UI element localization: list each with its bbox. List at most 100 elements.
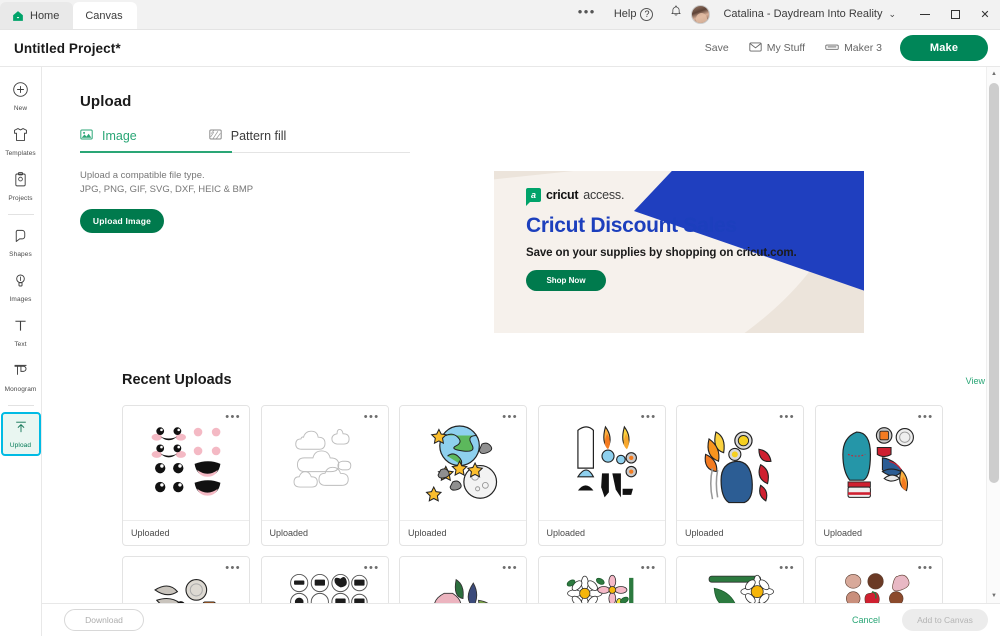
- sidebar-item-templates-label: Templates: [5, 149, 36, 157]
- artwork-rocket-teal: [841, 427, 914, 498]
- upload-tabs: Image Pattern fill: [80, 128, 410, 153]
- artwork-rocket-gray: [154, 579, 216, 603]
- tab-home[interactable]: Home: [0, 2, 74, 29]
- upload-card-caption: Uploaded: [123, 520, 249, 545]
- plus-circle-icon: [12, 81, 29, 103]
- upload-card[interactable]: ••• Uploaded: [260, 405, 389, 546]
- add-to-canvas-button[interactable]: Add to Canvas: [902, 609, 988, 631]
- shop-now-button[interactable]: Shop Now: [526, 270, 606, 291]
- bottom-action-bar: Download Cancel Add to Canvas: [42, 603, 1000, 636]
- tab-canvas[interactable]: Canvas: [73, 2, 137, 29]
- card-menu-button[interactable]: •••: [364, 563, 380, 574]
- main-scrollbar[interactable]: ▲ ▼: [986, 67, 1000, 603]
- banner-content: a cricut access. Cricut Discount Sales S…: [494, 171, 864, 291]
- sidebar-item-shapes[interactable]: Shapes: [2, 221, 40, 263]
- upload-thumbnail: •••: [261, 557, 388, 603]
- upload-card[interactable]: •••: [676, 405, 804, 546]
- machine-selector[interactable]: Maker 3: [815, 42, 892, 55]
- help-button[interactable]: Help ?: [606, 7, 662, 21]
- artwork-rocket-blue: [704, 431, 772, 504]
- card-menu-button[interactable]: •••: [779, 563, 795, 574]
- clipboard-icon: [12, 171, 29, 193]
- artwork-cow-face-parts: [151, 427, 221, 496]
- upload-card[interactable]: •••: [399, 405, 527, 546]
- window-close-button[interactable]: ✕: [970, 0, 1000, 29]
- upload-thumbnail: •••: [677, 406, 803, 520]
- tab-pattern-fill[interactable]: Pattern fill: [209, 128, 286, 152]
- cricut-a-mark-icon: a: [526, 188, 541, 206]
- scrollbar-thumb[interactable]: [989, 83, 999, 483]
- window-minimize-button[interactable]: [910, 0, 940, 29]
- upload-card[interactable]: •••: [537, 405, 666, 546]
- upload-thumbnail: •••: [123, 557, 249, 603]
- upload-card[interactable]: •••: [814, 405, 943, 546]
- sidebar-divider-2: [7, 405, 34, 406]
- page-title: Untitled Project*: [14, 40, 121, 56]
- upload-card[interactable]: •••: [537, 556, 666, 603]
- sidebar-item-images-label: Images: [9, 295, 32, 303]
- promo-banner[interactable]: a cricut access. Cricut Discount Sales S…: [494, 171, 864, 333]
- scroll-down-arrow-icon[interactable]: ▼: [987, 589, 1000, 603]
- card-menu-button[interactable]: •••: [225, 563, 241, 574]
- upload-thumbnail: •••: [538, 406, 665, 520]
- monogram-icon: [12, 362, 29, 384]
- sidebar-item-projects[interactable]: Projects: [2, 165, 40, 207]
- sidebar-divider-1: [7, 214, 34, 215]
- help-label: Help: [613, 8, 637, 20]
- lightbulb-icon: [12, 272, 29, 294]
- sidebar-item-monogram[interactable]: Monogram: [2, 356, 40, 398]
- upload-card[interactable]: •••: [260, 556, 389, 603]
- notifications-button[interactable]: [661, 5, 691, 23]
- sidebar-item-images[interactable]: Images: [2, 266, 40, 308]
- upload-card-caption: Uploaded: [815, 520, 942, 545]
- sidebar-item-templates[interactable]: Templates: [2, 120, 40, 162]
- make-button[interactable]: Make: [900, 35, 988, 61]
- artwork-rocket-white: [576, 425, 637, 498]
- download-button[interactable]: Download: [64, 609, 144, 631]
- window-maximize-button[interactable]: [940, 0, 970, 29]
- card-menu-button[interactable]: •••: [502, 563, 518, 574]
- tab-image[interactable]: Image: [80, 128, 137, 152]
- cancel-button[interactable]: Cancel: [842, 610, 890, 630]
- card-menu-button[interactable]: •••: [779, 412, 795, 423]
- sidebar-item-shapes-label: Shapes: [9, 250, 32, 258]
- upload-card[interactable]: •••: [814, 556, 943, 603]
- card-menu-button[interactable]: •••: [641, 563, 657, 574]
- card-menu-button[interactable]: •••: [918, 412, 934, 423]
- window-tabs: Home Canvas: [0, 0, 137, 29]
- sidebar-item-new[interactable]: New: [2, 75, 40, 117]
- chevron-down-icon: ⌄: [888, 8, 896, 19]
- machine-icon: [825, 42, 839, 55]
- upload-card[interactable]: •••: [122, 556, 250, 603]
- upload-card[interactable]: •••: [399, 556, 527, 603]
- card-menu-button[interactable]: •••: [225, 412, 241, 423]
- upload-card[interactable]: •••: [122, 405, 250, 546]
- upload-card-caption: Uploaded: [400, 520, 526, 545]
- header-actions: Save My Stuff Maker 3 Make: [695, 35, 1000, 61]
- upload-arrow-icon: [13, 419, 29, 440]
- save-label: Save: [704, 42, 729, 54]
- card-menu-button[interactable]: •••: [641, 412, 657, 423]
- save-button[interactable]: Save: [695, 42, 739, 54]
- upload-thumbnail: •••: [400, 406, 526, 520]
- image-icon: [80, 128, 93, 144]
- user-account-menu[interactable]: Catalina - Daydream Into Reality ⌄: [691, 4, 896, 24]
- recent-uploads-grid: ••• Uploaded ••• Uploaded ••• Uploaded •…: [122, 405, 994, 603]
- bell-icon: [670, 5, 682, 23]
- card-menu-button[interactable]: •••: [918, 563, 934, 574]
- card-menu-button[interactable]: •••: [502, 412, 518, 423]
- upload-image-button[interactable]: Upload Image: [80, 208, 164, 233]
- recent-uploads-header: Recent Uploads View All: [122, 372, 997, 388]
- sidebar-item-text[interactable]: Text: [2, 311, 40, 353]
- tab-home-label: Home: [30, 9, 60, 22]
- upload-card[interactable]: •••: [676, 556, 804, 603]
- upload-card-caption: Uploaded: [538, 520, 665, 545]
- scroll-up-arrow-icon[interactable]: ▲: [987, 67, 1000, 81]
- sidebar-item-upload[interactable]: Upload: [0, 412, 41, 456]
- card-menu-button[interactable]: •••: [364, 412, 380, 423]
- upload-thumbnail: •••: [815, 406, 942, 520]
- machine-label: Maker 3: [844, 42, 882, 54]
- my-stuff-button[interactable]: My Stuff: [739, 41, 815, 55]
- overflow-menu-button[interactable]: •••: [568, 5, 606, 18]
- sidebar-item-text-label: Text: [14, 340, 27, 348]
